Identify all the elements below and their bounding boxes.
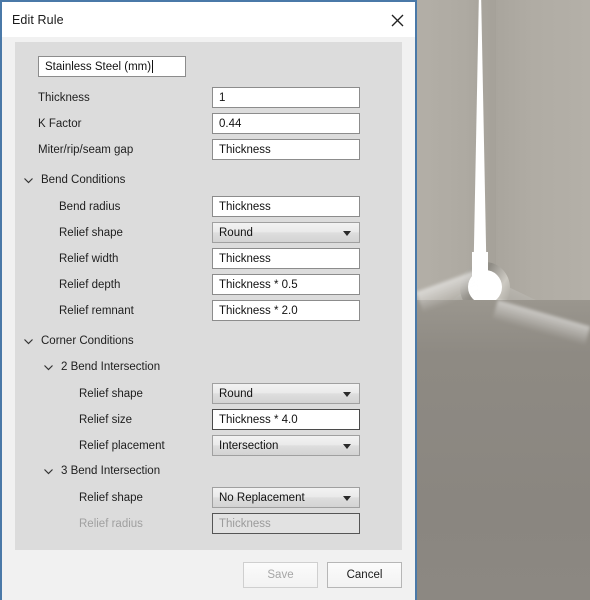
rule-name-value: Stainless Steel (mm)	[45, 60, 152, 73]
dialog-title: Edit Rule	[12, 12, 64, 27]
dialog-footer: Save Cancel	[2, 550, 415, 600]
sheet-metal-base-face	[416, 300, 590, 600]
control-relief-remnant: Thickness * 2.0	[212, 300, 360, 321]
control-thickness: 1	[212, 87, 360, 108]
label-bend-radius: Bend radius	[59, 200, 121, 213]
label-thickness: Thickness	[38, 91, 90, 104]
select-2bend-relief-placement[interactable]: Intersection	[212, 435, 360, 456]
input-relief-remnant[interactable]: Thickness * 2.0	[212, 300, 360, 321]
group-title-corner-conditions: Corner Conditions	[41, 335, 134, 347]
control-3bend-relief-shape: No Replacement	[212, 487, 360, 508]
cancel-button[interactable]: Cancel	[327, 562, 402, 588]
label-2bend-relief-shape: Relief shape	[79, 387, 143, 400]
label-2bend-relief-placement: Relief placement	[79, 439, 165, 452]
select-2bend-relief-shape[interactable]: Round	[212, 383, 360, 404]
label-relief-width: Relief width	[59, 252, 119, 265]
select-value-3bend-relief-shape: No Replacement	[219, 491, 305, 504]
rule-name-row: Stainless Steel (mm)	[15, 56, 402, 77]
sheet-metal-flange-right	[496, 0, 590, 320]
save-button: Save	[243, 562, 318, 588]
group-header-2-bend-intersection[interactable]: 2 Bend Intersection	[15, 356, 402, 378]
field-row-2bend-relief-placement: Relief placement Intersection	[15, 434, 402, 457]
label-k-factor: K Factor	[38, 117, 82, 130]
select-3bend-relief-shape[interactable]: No Replacement	[212, 487, 360, 508]
chevron-down-icon	[44, 364, 53, 370]
chevron-down-icon	[343, 230, 351, 236]
chevron-down-icon	[343, 443, 351, 449]
input-miter-rip-seam-gap[interactable]: Thickness	[212, 139, 360, 160]
field-row-relief-depth: Relief depth Thickness * 0.5	[15, 273, 402, 296]
group-header-corner-conditions[interactable]: Corner Conditions	[15, 330, 402, 352]
select-bend-relief-shape[interactable]: Round	[212, 222, 360, 243]
field-row-2bend-relief-size: Relief size Thickness * 4.0	[15, 408, 402, 431]
label-3bend-relief-radius: Relief radius	[79, 517, 143, 530]
label-miter-rip-seam-gap: Miter/rip/seam gap	[38, 143, 134, 156]
field-row-2bend-relief-shape: Relief shape Round	[15, 382, 402, 405]
chevron-down-icon	[343, 495, 351, 501]
field-row-3bend-relief-shape: Relief shape No Replacement	[15, 486, 402, 509]
select-value-2bend-relief-placement: Intersection	[219, 439, 279, 452]
input-k-factor[interactable]: 0.44	[212, 113, 360, 134]
control-bend-relief-shape: Round	[212, 222, 360, 243]
control-miter-rip-seam-gap: Thickness	[212, 139, 360, 160]
field-row-relief-remnant: Relief remnant Thickness * 2.0	[15, 299, 402, 322]
field-row-k-factor: K Factor 0.44	[15, 112, 402, 135]
input-relief-depth[interactable]: Thickness * 0.5	[212, 274, 360, 295]
chevron-down-icon	[24, 338, 33, 344]
group-title-2-bend-intersection: 2 Bend Intersection	[61, 361, 161, 373]
control-bend-radius: Thickness	[212, 196, 360, 217]
chevron-down-icon	[44, 468, 53, 474]
edit-rule-dialog: Edit Rule Stainless Steel (mm) Thickness…	[0, 0, 417, 600]
select-value-bend-relief-shape: Round	[219, 226, 253, 239]
dialog-body: Stainless Steel (mm) Thickness 1 K Facto…	[2, 37, 415, 550]
group-header-3-bend-intersection[interactable]: 3 Bend Intersection	[15, 460, 402, 482]
control-2bend-relief-placement: Intersection	[212, 435, 360, 456]
select-value-2bend-relief-shape: Round	[219, 387, 253, 400]
control-2bend-relief-shape: Round	[212, 383, 360, 404]
control-k-factor: 0.44	[212, 113, 360, 134]
text-caret	[152, 60, 154, 73]
field-row-3bend-relief-radius: Relief radius Thickness	[15, 512, 402, 535]
label-relief-depth: Relief depth	[59, 278, 121, 291]
label-3bend-relief-shape: Relief shape	[79, 491, 143, 504]
input-relief-width[interactable]: Thickness	[212, 248, 360, 269]
input-3bend-relief-radius: Thickness	[212, 513, 360, 534]
field-row-thickness: Thickness 1	[15, 86, 402, 109]
label-2bend-relief-size: Relief size	[79, 413, 133, 426]
field-row-bend-relief-shape: Relief shape Round	[15, 221, 402, 244]
input-bend-radius[interactable]: Thickness	[212, 196, 360, 217]
group-title-bend-conditions: Bend Conditions	[41, 174, 126, 186]
dialog-titlebar: Edit Rule	[2, 2, 415, 37]
rule-name-input[interactable]: Stainless Steel (mm)	[38, 56, 186, 77]
chevron-down-icon	[343, 391, 351, 397]
field-row-miter-rip-seam-gap: Miter/rip/seam gap Thickness	[15, 138, 402, 161]
field-row-relief-width: Relief width Thickness	[15, 247, 402, 270]
control-3bend-relief-radius: Thickness	[212, 513, 360, 534]
control-2bend-relief-size: Thickness * 4.0	[212, 409, 360, 430]
input-thickness[interactable]: 1	[212, 87, 360, 108]
close-icon[interactable]	[385, 8, 409, 32]
control-relief-depth: Thickness * 0.5	[212, 274, 360, 295]
group-title-3-bend-intersection: 3 Bend Intersection	[61, 465, 161, 477]
group-header-bend-conditions[interactable]: Bend Conditions	[15, 169, 402, 191]
label-bend-relief-shape: Relief shape	[59, 226, 123, 239]
label-relief-remnant: Relief remnant	[59, 304, 134, 317]
input-2bend-relief-size[interactable]: Thickness * 4.0	[212, 409, 360, 430]
rule-form-panel: Stainless Steel (mm) Thickness 1 K Facto…	[15, 42, 402, 550]
field-row-bend-radius: Bend radius Thickness	[15, 195, 402, 218]
control-relief-width: Thickness	[212, 248, 360, 269]
chevron-down-icon	[24, 177, 33, 183]
